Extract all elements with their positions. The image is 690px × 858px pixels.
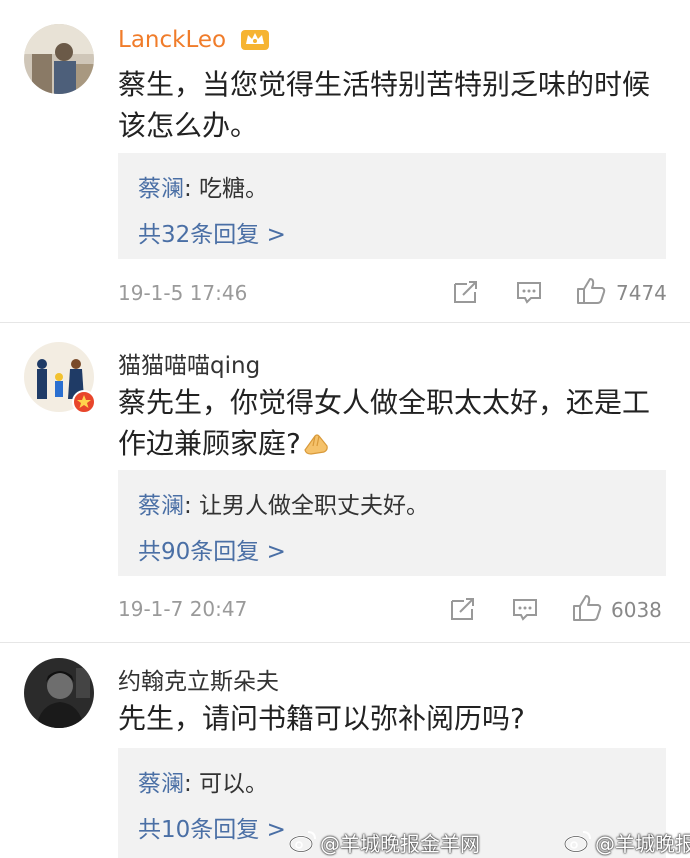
weibo-icon [288, 831, 316, 853]
more-replies-link[interactable]: 共90条回复 > [138, 532, 286, 566]
more-replies-link[interactable]: 共32条回复 > [138, 215, 286, 249]
reply-text: : 吃糖。 [184, 176, 269, 202]
watermark: @羊城晚报金羊网 [320, 832, 480, 856]
reply-box[interactable]: 蔡澜: 让男人做全职丈夫好。 共90条回复 > [118, 470, 666, 576]
like-icon[interactable] [576, 277, 606, 305]
crown-icon [241, 30, 269, 50]
reply-text: : 可以。 [184, 771, 269, 797]
share-icon[interactable] [453, 280, 479, 304]
like-icon[interactable] [572, 594, 602, 622]
reply-box[interactable]: 蔡澜: 吃糖。 共32条回复 > [118, 153, 666, 259]
reply-text: : 让男人做全职丈夫好。 [184, 493, 430, 519]
avatar[interactable] [24, 24, 94, 94]
username[interactable]: 猫猫喵喵qing [118, 346, 260, 380]
more-replies-link[interactable]: 共10条回复 > [138, 810, 286, 844]
watermark: @羊城晚报 [595, 832, 690, 856]
timestamp: 19-1-7 20:47 [118, 597, 248, 621]
comment-item: 猫猫喵喵qing 蔡先生，你觉得女人做全职太太好，还是工作边兼顾家庭? 蔡澜: … [0, 322, 690, 642]
username[interactable]: LanckLeo [118, 27, 226, 53]
reply-author[interactable]: 蔡澜 [138, 493, 184, 519]
comment-icon[interactable] [516, 281, 542, 305]
weibo-icon [563, 831, 591, 853]
reply-author[interactable]: 蔡澜 [138, 176, 184, 202]
comment-text-body: 蔡先生，你觉得女人做全职太太好，还是工作边兼顾家庭? [118, 386, 651, 460]
comment-item: LanckLeo 蔡生，当您觉得生活特别苦特别乏味的时候该怎么办。 蔡澜: 吃糖… [0, 0, 690, 322]
share-icon[interactable] [450, 597, 476, 621]
comment-text: 蔡生，当您觉得生活特别苦特别乏味的时候该怎么办。 [118, 68, 651, 142]
comment-text: 先生，请问书籍可以弥补阅历吗? [118, 702, 525, 735]
vip-badge [72, 390, 96, 414]
timestamp: 19-1-5 17:46 [118, 281, 248, 305]
like-count: 6038 [611, 598, 662, 622]
clap-emoji-icon [304, 434, 328, 455]
username[interactable]: 约翰克立斯朵夫 [118, 662, 279, 696]
avatar[interactable] [24, 658, 94, 728]
comment-text: 蔡先生，你觉得女人做全职太太好，还是工作边兼顾家庭? [118, 382, 668, 464]
like-count: 7474 [616, 281, 667, 305]
comment-item: 约翰克立斯朵夫 先生，请问书籍可以弥补阅历吗? 蔡澜: 可以。 共10条回复 > [0, 642, 690, 858]
reply-author[interactable]: 蔡澜 [138, 771, 184, 797]
comment-icon[interactable] [512, 598, 538, 622]
